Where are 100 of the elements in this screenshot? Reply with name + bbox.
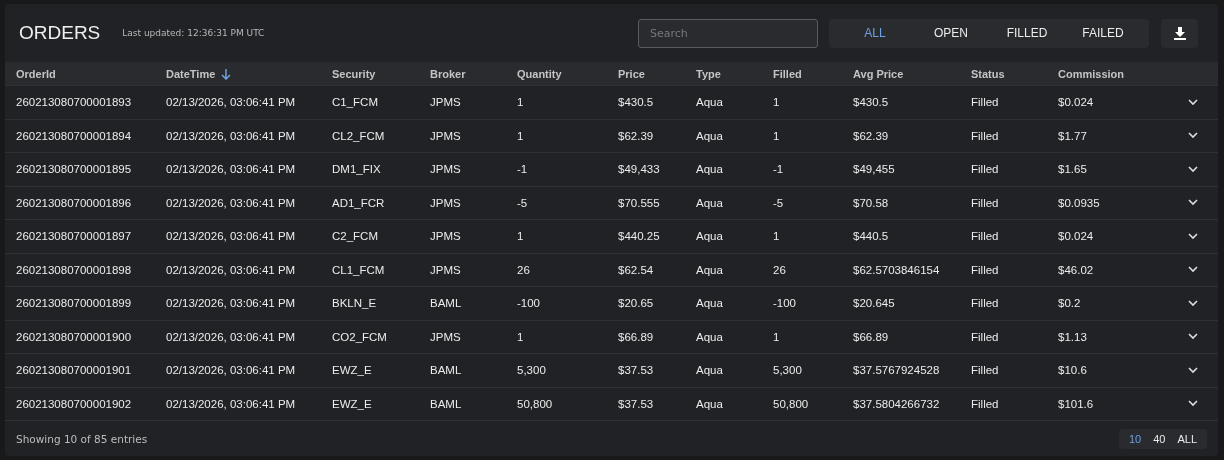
table-cell-text: $66.89 [618, 330, 655, 343]
table-cell-text: 1 [517, 330, 525, 343]
table-cell-text: EWZ_E [332, 364, 373, 377]
table-cell-text: $1.13 [1058, 330, 1088, 343]
table-cell-text: -100 [517, 297, 542, 310]
table-cell-text: $49,455 [853, 163, 896, 176]
table-cell-text: JPMS [430, 129, 462, 142]
table-cell-text: Filled [971, 364, 1000, 377]
table-cell-text: 02/13/2026, 03:06:41 PM [166, 230, 297, 243]
table-cell-text: 1 [773, 230, 781, 243]
table-cell-text: $10.6 [1058, 364, 1088, 377]
chevron-down-icon [1188, 400, 1198, 408]
last-updated: Last updated: 12:36:31 PM UTC [122, 28, 265, 38]
filter-tab[interactable]: FAILED [1065, 18, 1141, 48]
column-header[interactable]: DateTime [166, 67, 216, 80]
table-cell-text: 1 [517, 96, 525, 109]
table-cell-text: Filled [971, 230, 1000, 243]
table-cell-text: JPMS [430, 196, 462, 209]
table-cell-text: EWZ_E [332, 397, 373, 410]
chevron-down-icon [1188, 333, 1198, 341]
table-cell-text: Aqua [696, 263, 724, 276]
page-size-option[interactable]: ALL [1171, 428, 1203, 449]
table-cell-text: -1 [517, 163, 529, 176]
table-cell-text: $1.77 [1058, 129, 1088, 142]
chevron-down-icon [1188, 132, 1198, 140]
column-header[interactable]: Filled [773, 67, 802, 80]
table-cell-text: $37.5767924528 [853, 364, 941, 377]
table-cell-text: 02/13/2026, 03:06:41 PM [166, 397, 297, 410]
table-cell-text: $62.54 [618, 263, 655, 276]
table-cell-text: 02/13/2026, 03:06:41 PM [166, 364, 297, 377]
column-header[interactable]: Broker [430, 67, 466, 80]
table-cell-text: $66.89 [853, 330, 890, 343]
table-cell-text: Filled [971, 163, 1000, 176]
table-cell-text: 1 [773, 96, 781, 109]
table-cell-text: BAML [430, 364, 463, 377]
table-cell-text: $62.39 [618, 129, 655, 142]
table-cell-text: JPMS [430, 230, 462, 243]
column-header[interactable]: OrderId [16, 67, 56, 80]
page-size-option[interactable]: 40 [1147, 428, 1172, 449]
table-cell-text: $101.6 [1058, 397, 1095, 410]
table-cell-text: BAML [430, 297, 463, 310]
table-cell-text: Aqua [696, 330, 724, 343]
table-cell-text: -1 [773, 163, 785, 176]
table-cell-text: 5,300 [517, 364, 547, 377]
chevron-down-icon [1188, 366, 1198, 374]
chevron-down-icon [1188, 299, 1198, 307]
table-cell-text: 260213080700001900 [16, 330, 133, 343]
table-cell-text: Aqua [696, 397, 724, 410]
table-cell-text: C2_FCM [332, 230, 379, 243]
table-cell-text: Filled [971, 397, 1000, 410]
chevron-down-icon [1188, 199, 1198, 207]
table-cell-text: JPMS [430, 96, 462, 109]
table-cell-text: 260213080700001898 [16, 263, 133, 276]
table-cell-text: Filled [971, 330, 1000, 343]
table-cell-text: BAML [430, 397, 463, 410]
table-cell-text: 02/13/2026, 03:06:41 PM [166, 163, 297, 176]
table-cell-text: Aqua [696, 364, 724, 377]
page-size-option[interactable]: 10 [1122, 428, 1148, 449]
table-cell-text: 02/13/2026, 03:06:41 PM [166, 263, 297, 276]
table-cell-text: JPMS [430, 330, 462, 343]
page-title: ORDERS [19, 22, 101, 44]
table-cell-text: 02/13/2026, 03:06:41 PM [166, 297, 297, 310]
search-field[interactable]: Search [638, 18, 818, 48]
column-header[interactable]: Commission [1058, 67, 1124, 80]
filter-tab[interactable]: OPEN [913, 18, 989, 48]
table-cell-text: $430.5 [618, 96, 655, 109]
table-cell-text: JPMS [430, 263, 462, 276]
table-cell-text: 50,800 [517, 397, 554, 410]
column-header[interactable]: Quantity [517, 67, 562, 80]
table-cell-text: $20.645 [853, 297, 896, 310]
column-header[interactable]: Type [696, 67, 721, 80]
table-cell-text: JPMS [430, 163, 462, 176]
download-button[interactable] [1161, 18, 1198, 48]
table-cell-text: 260213080700001897 [16, 230, 133, 243]
chevron-down-icon [1188, 266, 1198, 274]
table-cell-text: $37.5804266732 [853, 397, 941, 410]
table-cell-text: $37.53 [618, 397, 655, 410]
column-header[interactable]: Price [618, 67, 645, 80]
column-header[interactable]: Status [971, 67, 1005, 80]
table-cell-text: 260213080700001895 [16, 163, 133, 176]
table-cell-text: $0.024 [1058, 230, 1095, 243]
table-cell-text: 1 [773, 330, 781, 343]
filter-tab[interactable]: ALL [837, 18, 913, 48]
table-cell-text: Filled [971, 297, 1000, 310]
table-cell-text: BKLN_E [332, 297, 378, 310]
chevron-down-icon [1188, 98, 1198, 106]
sort-arrow-icon[interactable] [221, 67, 232, 80]
table-cell-text: 260213080700001894 [16, 129, 133, 142]
table-cell-text: Aqua [696, 196, 724, 209]
chevron-down-icon [1188, 232, 1198, 240]
column-header[interactable]: Security [332, 67, 376, 80]
table-cell-text: Aqua [696, 96, 724, 109]
table-cell-text: Aqua [696, 163, 724, 176]
filter-tab[interactable]: FILLED [989, 18, 1065, 48]
table-cell-text: $70.58 [853, 196, 890, 209]
table-cell-text: $62.5703846154 [853, 263, 941, 276]
table-cell-text: 5,300 [773, 364, 803, 377]
table-cell-text: Filled [971, 129, 1000, 142]
table-cell-text: $440.25 [618, 230, 661, 243]
column-header[interactable]: Avg Price [853, 67, 904, 80]
